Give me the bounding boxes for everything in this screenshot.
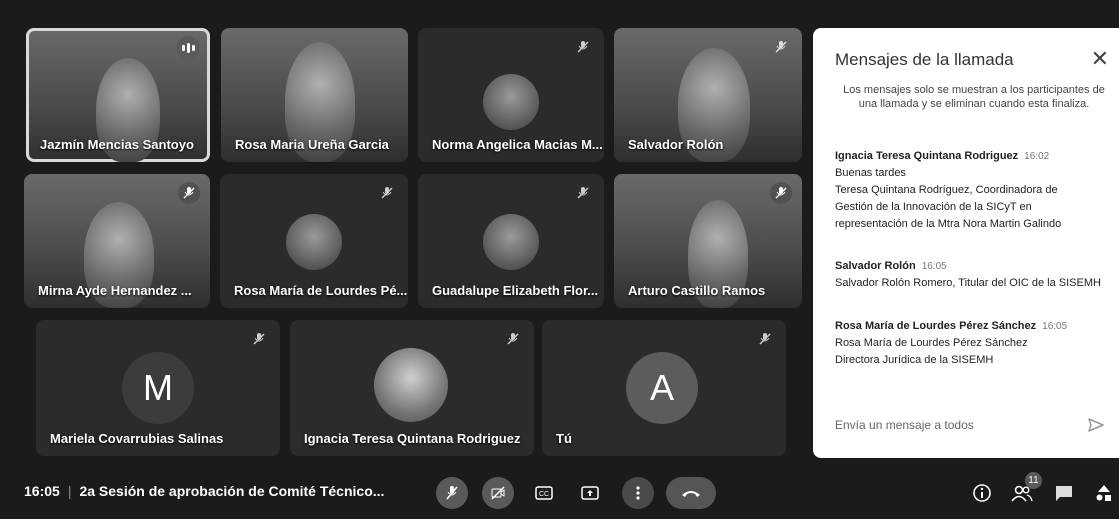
chat-panel: Mensajes de la llamada ✕ Los mensajes so… xyxy=(813,28,1119,458)
participant-name: Mariela Covarrubias Salinas xyxy=(50,431,224,446)
participant-tile[interactable]: Rosa María de Lourdes Pé... xyxy=(220,174,408,308)
mic-off-icon xyxy=(248,328,270,350)
participant-tile[interactable]: Guadalupe Elizabeth Flor... xyxy=(418,174,604,308)
participant-tile[interactable]: Ignacia Teresa Quintana Rodriguez xyxy=(290,320,534,456)
participant-avatar xyxy=(374,348,448,422)
present-icon xyxy=(581,486,599,500)
mic-off-icon xyxy=(770,36,792,58)
participant-tile[interactable]: Mirna Ayde Hernandez ... xyxy=(24,174,210,308)
message-sender: Ignacia Teresa Quintana Rodriguez xyxy=(835,150,1019,162)
mic-off-icon xyxy=(770,182,792,204)
participant-tile[interactable]: Norma Angelica Macias M... xyxy=(418,28,604,162)
meeting-separator: | xyxy=(67,483,72,499)
send-icon[interactable] xyxy=(1087,416,1105,439)
message-line: Salvador Rolón Romero, Titular del OIC d… xyxy=(835,277,1101,289)
camera-off-icon xyxy=(491,486,505,500)
chat-message: Salvador Rolón 16:05 Salvador Rolón Romer… xyxy=(835,258,1119,292)
meeting-info: 16:05 | 2a Sesión de aprobación de Comité … xyxy=(24,483,384,499)
participant-name: Norma Angelica Macias M... xyxy=(432,137,603,152)
mic-off-icon xyxy=(754,328,776,350)
participant-tile[interactable]: Arturo Castillo Ramos xyxy=(614,174,802,308)
camera-toggle-button[interactable] xyxy=(482,477,514,509)
participant-tile[interactable]: Jazmín Mencias Santoyo xyxy=(26,28,210,162)
message-time: 16:05 xyxy=(921,261,947,272)
present-screen-button[interactable] xyxy=(574,477,606,509)
hang-up-icon xyxy=(682,491,700,497)
participant-avatar xyxy=(483,214,539,270)
participant-tile-self[interactable]: A Tú xyxy=(542,320,786,456)
participant-tile[interactable]: Rosa Maria Ureña Garcia xyxy=(221,28,408,162)
participant-initial-avatar: A xyxy=(626,352,698,424)
participant-avatar xyxy=(286,214,342,270)
message-sender: Salvador Rolón xyxy=(835,260,916,272)
participant-name: Jazmín Mencias Santoyo xyxy=(40,137,194,152)
participant-name: Arturo Castillo Ramos xyxy=(628,283,766,298)
speaking-indicator-icon xyxy=(176,36,200,60)
participant-name: Rosa Maria Ureña Garcia xyxy=(235,137,389,152)
chat-message: Ignacia Teresa Quintana Rodriguez 16:02 B… xyxy=(835,148,1119,233)
message-time: 16:02 xyxy=(1024,151,1050,162)
participant-name: Salvador Rolón xyxy=(628,137,724,152)
message-line: Buenas tardes xyxy=(835,167,906,179)
message-line: Teresa Quintana Rodríguez, Coordinadora … xyxy=(835,184,1058,196)
participant-initial-avatar: M xyxy=(122,352,194,424)
close-icon[interactable]: ✕ xyxy=(1091,46,1109,72)
meeting-details-button[interactable] xyxy=(970,481,994,505)
meeting-title: 2a Sesión de aprobación de Comité Técnic… xyxy=(79,483,385,499)
participant-tile[interactable]: Salvador Rolón xyxy=(614,28,802,162)
mic-toggle-button[interactable] xyxy=(436,477,468,509)
participant-name: Guadalupe Elizabeth Flor... xyxy=(432,283,599,298)
activities-button[interactable] xyxy=(1092,481,1116,505)
leave-call-button[interactable] xyxy=(666,477,716,509)
bottom-toolbar: 16:05 | 2a Sesión de aprobación de Comité … xyxy=(0,468,1119,519)
message-line: Gestión de la Innovación de la SICyT en xyxy=(835,201,1032,213)
mic-off-icon xyxy=(572,36,594,58)
chat-button[interactable] xyxy=(1052,481,1076,505)
chat-message-input[interactable]: Envía un mensaje a todos xyxy=(835,418,974,432)
participant-count-badge: 11 xyxy=(1025,472,1042,489)
captions-icon: CC xyxy=(535,486,553,500)
participant-name: Rosa María de Lourdes Pé... xyxy=(234,283,408,298)
message-sender: Rosa María de Lourdes Pérez Sánchez xyxy=(835,320,1037,332)
captions-button[interactable]: CC xyxy=(528,477,560,509)
mic-off-icon xyxy=(376,182,398,204)
chat-notice: Los mensajes solo se muestran a los part… xyxy=(843,84,1105,110)
mic-off-icon xyxy=(446,486,458,500)
chat-icon xyxy=(1056,486,1072,501)
svg-text:CC: CC xyxy=(539,491,549,498)
meeting-time: 16:05 xyxy=(24,483,60,499)
participant-avatar xyxy=(483,74,539,130)
more-options-button[interactable] xyxy=(622,477,654,509)
chat-message: Rosa María de Lourdes Pérez Sánchez 16:05… xyxy=(835,318,1119,369)
activities-icon xyxy=(1096,485,1111,501)
mic-off-icon xyxy=(572,182,594,204)
message-line: Rosa María de Lourdes Pérez Sánchez xyxy=(835,337,1028,349)
more-vert-icon xyxy=(636,486,640,500)
participant-name: Mirna Ayde Hernandez ... xyxy=(38,283,192,298)
info-icon xyxy=(973,484,991,502)
participant-name: Tú xyxy=(556,431,572,446)
participant-tile[interactable]: M Mariela Covarrubias Salinas xyxy=(36,320,280,456)
mic-off-icon xyxy=(178,182,200,204)
message-line: Directora Jurídica de la SISEMH xyxy=(835,354,994,366)
chat-title: Mensajes de la llamada xyxy=(835,50,1014,69)
mic-off-icon xyxy=(502,328,524,350)
message-time: 16:05 xyxy=(1042,321,1068,332)
participant-name: Ignacia Teresa Quintana Rodriguez xyxy=(304,431,521,446)
message-line: representación de la Mtra Nora Martin Ga… xyxy=(835,218,1062,230)
